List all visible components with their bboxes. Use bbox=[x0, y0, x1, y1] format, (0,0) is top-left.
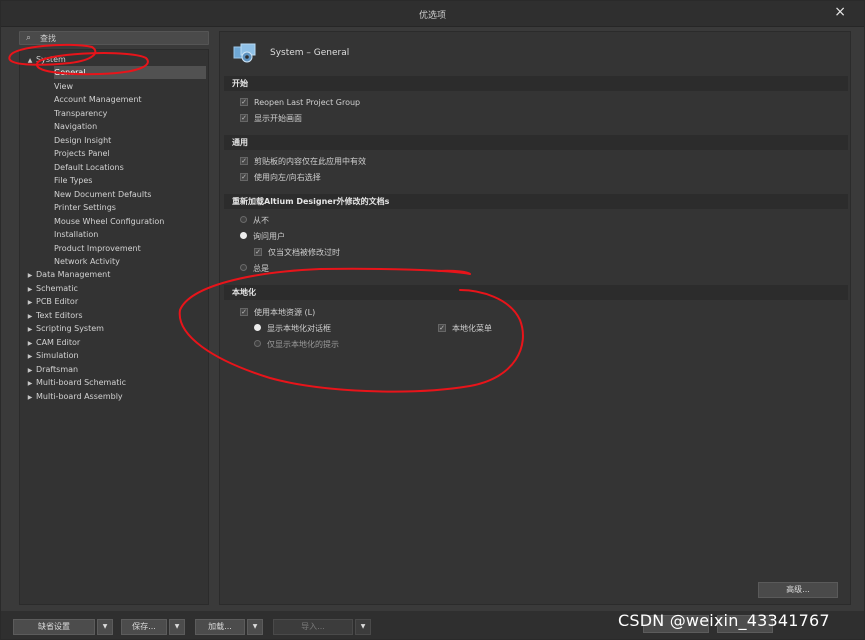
tree-node-draftsman[interactable]: ▶ Draftsman bbox=[24, 363, 78, 376]
dropdown-arrow-icon[interactable]: ▼ bbox=[355, 619, 371, 635]
tree-node-design-insight[interactable]: Design Insight bbox=[54, 134, 111, 147]
radio-show-localized-dialogs[interactable]: 显示本地化对话框 bbox=[254, 323, 331, 335]
tree-node-cam-editor[interactable]: ▶ CAM Editor bbox=[24, 336, 81, 350]
option-clipboard-app-only[interactable]: ✓ 剪贴板的内容仅在此应用中有效 bbox=[240, 156, 366, 168]
tree-node-data-management[interactable]: ▶ Data Management bbox=[24, 268, 111, 282]
watermark-text: CSDN @weixin_43341767 bbox=[618, 611, 830, 630]
window-title: 优选项 bbox=[418, 11, 446, 21]
collapse-arrow-icon[interactable]: ▲ bbox=[24, 54, 36, 67]
load-button[interactable]: 加载... bbox=[195, 619, 245, 635]
tree-node-schematic[interactable]: ▶ Schematic bbox=[24, 282, 78, 295]
radio-button[interactable] bbox=[254, 340, 261, 347]
tree-node-label: Draftsman bbox=[36, 364, 79, 374]
checkbox-checked[interactable]: ✓ bbox=[438, 323, 446, 332]
expand-arrow-icon[interactable]: ▶ bbox=[24, 269, 36, 282]
save-button[interactable]: 保存... bbox=[121, 619, 167, 635]
radio-never[interactable]: 从不 bbox=[240, 215, 269, 227]
tree-node-product-improvement[interactable]: Product Improvement bbox=[54, 242, 141, 255]
tree-node-view[interactable]: View bbox=[54, 80, 73, 93]
tree-node-label: Data Management bbox=[36, 270, 111, 279]
section-header-general: 通用 bbox=[224, 135, 848, 150]
section-header-start: 开始 bbox=[224, 76, 848, 91]
expand-arrow-icon[interactable]: ▶ bbox=[24, 377, 36, 390]
tree-node-label: Multi-board Assembly bbox=[36, 391, 123, 401]
section-header-localization: 本地化 bbox=[224, 285, 848, 300]
tree-node-simulation[interactable]: ▶ Simulation bbox=[24, 349, 79, 362]
checkbox-checked[interactable]: ✓ bbox=[240, 172, 248, 181]
checkbox-checked[interactable]: ✓ bbox=[254, 247, 262, 256]
left-panel: ⌕ ▲System General View Account Managemen… bbox=[19, 31, 209, 605]
checkbox-checked[interactable]: ✓ bbox=[240, 113, 248, 122]
radio-button-selected[interactable] bbox=[240, 232, 247, 239]
expand-arrow-icon[interactable]: ▶ bbox=[24, 364, 36, 377]
radio-button-selected[interactable] bbox=[254, 324, 261, 331]
tree-node-file-types[interactable]: File Types bbox=[54, 174, 92, 187]
tree-node-text-editors[interactable]: ▶ Text Editors bbox=[24, 309, 83, 322]
tree-node-label: PCB Editor bbox=[36, 297, 79, 306]
search-input[interactable] bbox=[40, 32, 200, 44]
tree-node-general[interactable]: General bbox=[54, 66, 206, 79]
option-only-when-modified[interactable]: ✓ 仅当文档被修改过时 bbox=[254, 247, 340, 259]
tree-node-default-locations[interactable]: Default Locations bbox=[54, 161, 124, 174]
dropdown-arrow-icon[interactable]: ▼ bbox=[169, 619, 185, 635]
option-show-start-screen[interactable]: ✓ 显示开始画面 bbox=[240, 113, 302, 125]
expand-arrow-icon[interactable]: ▶ bbox=[24, 337, 36, 350]
checkbox-checked[interactable]: ✓ bbox=[240, 156, 248, 165]
section-header-reload: 重新加载Altium Designer外修改的文档s bbox=[224, 194, 848, 209]
tree-node-network-activity[interactable]: Network Activity bbox=[54, 255, 120, 268]
preferences-tree: ▲ System General View Account Management … bbox=[19, 49, 209, 605]
expand-arrow-icon[interactable]: ▶ bbox=[24, 350, 36, 363]
option-use-local-resources[interactable]: ✓ 使用本地资源 (L) bbox=[240, 307, 315, 319]
tree-node-multi-board-schematic[interactable]: ▶ Multi-board Schematic bbox=[24, 376, 126, 389]
settings-panel: System – General 开始 ✓ Reopen Last Project… bbox=[219, 31, 851, 605]
option-localized-menus[interactable]: ✓ 本地化菜单 bbox=[438, 323, 492, 335]
tree-node-label: Schematic bbox=[36, 283, 78, 293]
preferences-dialog: 优选项 × ⌕ ▲System General View Account Man… bbox=[0, 0, 865, 640]
search-box[interactable]: ⌕ bbox=[19, 31, 209, 45]
advanced-button[interactable]: 高级... bbox=[758, 582, 838, 598]
tree-node-label: CAM Editor bbox=[36, 337, 81, 347]
expand-arrow-icon[interactable]: ▶ bbox=[24, 323, 36, 336]
expand-arrow-icon[interactable]: ▶ bbox=[24, 391, 36, 404]
tree-node-new-document-defaults[interactable]: New Document Defaults bbox=[54, 188, 151, 201]
radio-always[interactable]: 总是 bbox=[240, 263, 269, 275]
default-settings-button[interactable]: 缺省设置 bbox=[13, 619, 95, 635]
tree-node-multi-board-assembly[interactable]: ▶ Multi-board Assembly bbox=[24, 390, 123, 403]
tree-node-label: Scripting System bbox=[36, 324, 104, 333]
search-icon: ⌕ bbox=[26, 33, 32, 43]
tree-node-label: System bbox=[36, 55, 66, 64]
title-bar: 优选项 × bbox=[1, 1, 864, 27]
tree-node-account-management[interactable]: Account Management bbox=[54, 93, 142, 106]
dropdown-arrow-icon[interactable]: ▼ bbox=[247, 619, 263, 635]
tree-node-mouse-wheel-configuration[interactable]: Mouse Wheel Configuration bbox=[54, 215, 164, 228]
option-reopen-last-project-group[interactable]: ✓ Reopen Last Project Group bbox=[240, 97, 360, 109]
system-general-icon bbox=[233, 43, 256, 63]
tree-node-navigation[interactable]: Navigation bbox=[54, 120, 97, 133]
checkbox-checked[interactable]: ✓ bbox=[240, 307, 248, 316]
expand-arrow-icon[interactable]: ▶ bbox=[24, 296, 36, 309]
close-icon[interactable]: × bbox=[834, 4, 846, 20]
tree-node-transparency[interactable]: Transparency bbox=[54, 107, 107, 120]
expand-arrow-icon[interactable]: ▶ bbox=[24, 310, 36, 323]
tree-node-printer-settings[interactable]: Printer Settings bbox=[54, 201, 116, 214]
import-button[interactable]: 导入... bbox=[273, 619, 353, 635]
radio-button[interactable] bbox=[240, 216, 247, 223]
tree-node-label: Text Editors bbox=[36, 310, 83, 320]
radio-show-localized-hints-only[interactable]: 仅显示本地化的提示 bbox=[254, 339, 339, 351]
option-left-right-selection[interactable]: ✓ 使用向左/向右选择 bbox=[240, 172, 321, 184]
tree-node-label: Multi-board Schematic bbox=[36, 378, 127, 387]
radio-ask-user[interactable]: 询问用户 bbox=[240, 231, 285, 243]
dropdown-arrow-icon[interactable]: ▼ bbox=[97, 619, 113, 635]
tree-node-projects-panel[interactable]: Projects Panel bbox=[54, 147, 110, 160]
checkbox-checked[interactable]: ✓ bbox=[240, 97, 248, 106]
tree-node-installation[interactable]: Installation bbox=[54, 228, 98, 241]
tree-node-system[interactable]: ▲ System bbox=[24, 53, 66, 66]
radio-button[interactable] bbox=[240, 264, 247, 271]
expand-arrow-icon[interactable]: ▶ bbox=[24, 283, 36, 296]
page-title: System – General bbox=[270, 48, 350, 58]
tree-node-label: Simulation bbox=[36, 351, 79, 360]
tree-node-pcb-editor[interactable]: ▶ PCB Editor bbox=[24, 295, 78, 308]
tree-node-scripting-system[interactable]: ▶ Scripting System bbox=[24, 322, 104, 335]
